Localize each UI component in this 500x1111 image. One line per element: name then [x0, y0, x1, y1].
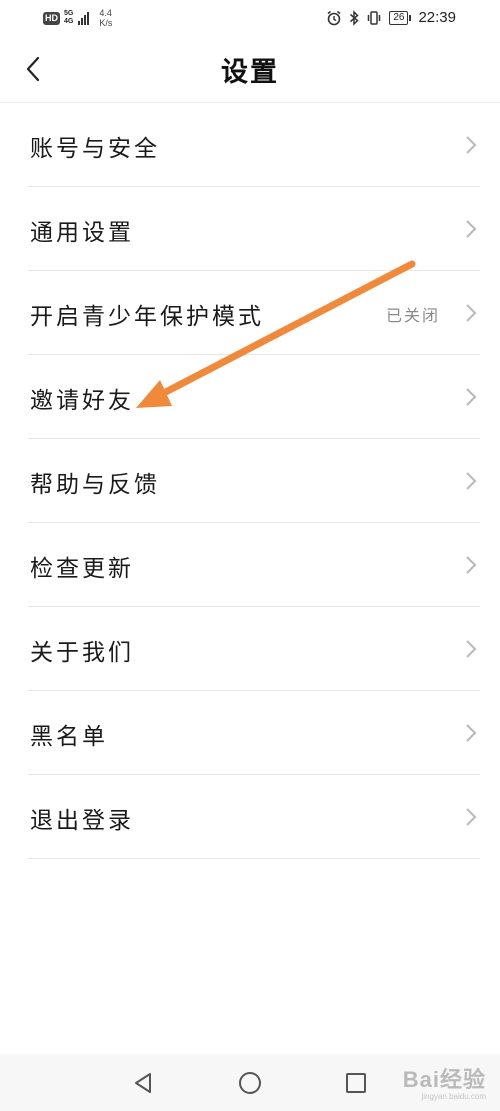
bluetooth-icon: [350, 9, 359, 26]
settings-item-invite-friends[interactable]: 邀请好友: [28, 355, 480, 439]
settings-item-label: 开启青少年保护模式: [30, 304, 264, 330]
nav-home-button[interactable]: [235, 1068, 265, 1098]
network-speed: 4.4 K/s: [99, 8, 112, 28]
watermark: Bai经验 jingyan.baidu.com: [403, 1062, 486, 1101]
settings-item-label: 黑名单: [30, 724, 108, 750]
network-sub-label: 4G: [64, 18, 74, 25]
chevron-right-icon: [466, 640, 477, 658]
hd-badge: HD: [43, 11, 60, 25]
speed-value: 4.4: [99, 8, 112, 18]
watermark-brand: Bai经验: [402, 1067, 486, 1092]
settings-item-general[interactable]: 通用设置: [28, 187, 480, 271]
alarm-icon: [327, 10, 341, 25]
signal-icon: [78, 11, 90, 25]
settings-item-label: 关于我们: [30, 640, 134, 666]
home-circle-icon: [239, 1072, 261, 1094]
settings-item-label: 检查更新: [30, 556, 134, 582]
settings-item-label: 邀请好友: [30, 388, 134, 414]
settings-item-label: 帮助与反馈: [30, 472, 160, 498]
teen-mode-status: 已关闭: [385, 306, 440, 325]
chevron-right-icon: [466, 808, 477, 826]
page-title: 设置: [221, 57, 279, 88]
settings-item-about-us[interactable]: 关于我们: [28, 607, 480, 691]
status-left: HD 5G 4G 4.4 K/s: [43, 8, 112, 28]
chevron-right-icon: [466, 220, 477, 238]
settings-list: 账号与安全 通用设置 开启青少年保护模式 已关闭 邀请好友 帮助与反馈 检查更新…: [0, 103, 500, 859]
network-type-label: 5G: [64, 10, 74, 17]
nav-recents-button[interactable]: [341, 1068, 371, 1098]
chevron-right-icon: [466, 388, 477, 406]
settings-item-label: 退出登录: [30, 808, 134, 834]
speed-unit: K/s: [99, 18, 113, 28]
chevron-right-icon: [466, 472, 477, 490]
battery-icon: 26: [389, 10, 412, 25]
vibrate-icon: [368, 10, 381, 25]
system-nav-bar: Bai经验 jingyan.baidu.com: [0, 1054, 500, 1111]
chevron-right-icon: [466, 556, 477, 574]
chevron-right-icon: [466, 724, 477, 742]
back-triangle-icon: [135, 1073, 151, 1093]
network-type: 5G 4G: [64, 10, 73, 26]
recents-square-icon: [346, 1073, 366, 1093]
settings-item-help-feedback[interactable]: 帮助与反馈: [28, 439, 480, 523]
status-right: 26 22:39: [326, 9, 456, 26]
chevron-right-icon: [466, 304, 477, 322]
settings-item-account-security[interactable]: 账号与安全: [28, 103, 480, 187]
title-bar: 设置: [0, 36, 500, 103]
settings-item-teen-mode[interactable]: 开启青少年保护模式 已关闭: [28, 271, 480, 355]
settings-item-check-update[interactable]: 检查更新: [28, 523, 480, 607]
settings-item-label: 账号与安全: [30, 136, 160, 162]
status-bar: HD 5G 4G 4.4 K/s 26 22:39: [0, 0, 500, 36]
settings-item-label: 通用设置: [30, 220, 134, 246]
nav-back-button[interactable]: [128, 1068, 158, 1098]
settings-item-blacklist[interactable]: 黑名单: [28, 691, 480, 775]
clock: 22:39: [418, 9, 456, 26]
chevron-right-icon: [466, 136, 477, 154]
settings-item-logout[interactable]: 退出登录: [28, 775, 480, 859]
